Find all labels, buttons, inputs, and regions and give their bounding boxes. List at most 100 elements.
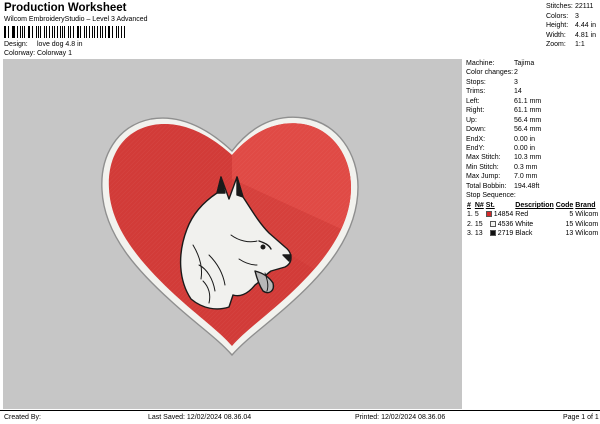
color-swatch bbox=[485, 211, 492, 218]
stop-table-header: # N# St. Description Code Brand bbox=[466, 201, 599, 210]
design-row: Design: love dog 4.8 in bbox=[4, 41, 83, 48]
design-preview bbox=[3, 59, 462, 409]
printed-date: Printed: 12/02/2024 08.36.06 bbox=[355, 414, 446, 421]
summary-stats: Stitches: 22111 Colors: 3 Height: 4.44 in W… bbox=[546, 2, 600, 50]
detail-value: 0.3 mm bbox=[514, 163, 538, 171]
detail-row: Stops: 3 bbox=[466, 78, 600, 87]
detail-row: Min Stitch: 0.3 mm bbox=[466, 163, 600, 172]
stop-row: 2. 15 4536 White 15 Wilcom bbox=[466, 220, 599, 229]
stitches-row: Stitches: 22111 bbox=[546, 2, 600, 12]
detail-value: 61.1 mm bbox=[514, 97, 542, 105]
height-row: Height: 4.44 in bbox=[546, 21, 600, 31]
page-number: Page 1 of 1 bbox=[563, 414, 599, 421]
barcode-bar bbox=[109, 26, 111, 38]
detail-label: EndY: bbox=[466, 144, 485, 152]
barcode-bar bbox=[64, 26, 66, 38]
stop-brand: Wilcom bbox=[575, 211, 599, 219]
stop-cell-code: 5 bbox=[555, 210, 575, 219]
software-subtitle: Wilcom EmbroideryStudio – Level 3 Advanc… bbox=[4, 16, 148, 23]
stop-cell-n: 13 bbox=[474, 229, 485, 238]
detail-label: Up: bbox=[466, 116, 477, 124]
stop-n: 5 bbox=[474, 211, 479, 219]
stop-desc: White bbox=[515, 220, 534, 228]
stop-idx: 1. bbox=[467, 211, 473, 219]
colors-label: Colors: bbox=[546, 12, 569, 20]
stop-cell-code: 15 bbox=[555, 220, 575, 229]
detail-value: 194.48ft bbox=[514, 182, 540, 190]
stop-code: 5 bbox=[569, 211, 574, 219]
design-value: love dog 4.8 in bbox=[37, 41, 83, 48]
detail-row: Color changes: 2 bbox=[466, 68, 600, 77]
barcode-bar bbox=[29, 26, 31, 38]
detail-row: Total Bobbin: 194.48ft bbox=[466, 182, 600, 191]
detail-value: 7.0 mm bbox=[514, 173, 538, 181]
detail-row: Max Jump: 7.0 mm bbox=[466, 172, 600, 181]
barcode-bar bbox=[85, 26, 87, 38]
stop-cell-brand: Wilcom bbox=[574, 229, 599, 238]
zoom-value: 1:1 bbox=[575, 41, 585, 49]
stop-row: 1. 5 14854 Red 5 Wilcom bbox=[466, 210, 599, 219]
detail-value: 3 bbox=[514, 78, 518, 86]
stop-sequence-title: Stop Sequence: bbox=[466, 192, 516, 200]
detail-row: Right: 61.1 mm bbox=[466, 106, 600, 115]
stop-cell-st: 14854 bbox=[485, 210, 514, 219]
stop-cell-idx: 2. bbox=[466, 220, 474, 229]
footer: Created By: Last Saved: 12/02/2024 08.36… bbox=[0, 410, 600, 424]
barcode-bar bbox=[53, 26, 55, 38]
zoom-label: Zoom: bbox=[546, 41, 566, 49]
detail-value: 2 bbox=[514, 69, 518, 77]
detail-value: 0.00 in bbox=[514, 135, 536, 143]
stop-n: 13 bbox=[474, 229, 483, 237]
barcode-bar bbox=[120, 26, 122, 38]
colors-value: 3 bbox=[575, 12, 579, 20]
detail-row: Left: 61.1 mm bbox=[466, 97, 600, 106]
detail-label: Left: bbox=[466, 97, 480, 105]
stop-cell-desc: Red bbox=[514, 210, 555, 219]
detail-value: Tajima bbox=[514, 60, 535, 67]
stop-sequence-table: # N# St. Description Code Brand 1. 5 14854 Red 5 W… bbox=[466, 201, 599, 238]
stop-header-cell: # bbox=[467, 202, 471, 210]
colorway-row: Colorway: Colorway 1 bbox=[4, 50, 72, 57]
stop-st: 2719 bbox=[497, 229, 514, 237]
detail-row: Up: 56.4 mm bbox=[466, 116, 600, 125]
stop-cell-brand: Wilcom bbox=[574, 210, 599, 219]
detail-row: EndX: 0.00 in bbox=[466, 135, 600, 144]
colors-row: Colors: 3 bbox=[546, 12, 600, 22]
stop-n: 15 bbox=[474, 220, 483, 228]
stop-code: 15 bbox=[565, 220, 574, 228]
detail-value: 10.3 mm bbox=[514, 154, 542, 162]
detail-row: Down: 56.4 mm bbox=[466, 125, 600, 134]
barcode-bar bbox=[13, 26, 15, 38]
detail-label: Total Bobbin: bbox=[466, 182, 507, 190]
stitches-label: Stitches: bbox=[546, 3, 573, 10]
barcode-bar bbox=[45, 26, 47, 38]
color-swatch bbox=[489, 230, 496, 237]
barcode-bar bbox=[92, 26, 94, 38]
detail-value: 61.1 mm bbox=[514, 107, 542, 115]
stop-cell-desc: White bbox=[514, 220, 555, 229]
last-saved: Last Saved: 12/02/2024 08.36.04 bbox=[148, 414, 252, 421]
stop-cell-st: 4536 bbox=[485, 220, 514, 229]
design-details: Machine: Tajima Color changes: 2 Stops: 3 Trim… bbox=[466, 59, 600, 238]
barcode-bar bbox=[100, 26, 102, 38]
stop-desc: Red bbox=[515, 211, 529, 219]
detail-value: 14 bbox=[514, 88, 522, 96]
detail-label: Machine: bbox=[466, 60, 495, 67]
stop-idx: 3. bbox=[467, 229, 473, 237]
detail-row: Max Stitch: 10.3 mm bbox=[466, 153, 600, 162]
stop-brand: Wilcom bbox=[575, 229, 599, 237]
stop-header-cell: Brand bbox=[575, 202, 596, 210]
stop-cell-code: 13 bbox=[555, 229, 575, 238]
barcode-bar bbox=[40, 26, 42, 38]
detail-label: Trims: bbox=[466, 88, 486, 96]
width-row: Width: 4.81 in bbox=[546, 31, 600, 41]
barcode-bar bbox=[5, 26, 7, 38]
stop-header-cell: Description bbox=[515, 202, 554, 210]
detail-label: Color changes: bbox=[466, 69, 514, 77]
stop-cell-idx: 1. bbox=[466, 210, 474, 219]
detail-label: Right: bbox=[466, 107, 485, 115]
detail-row: Trims: 14 bbox=[466, 87, 600, 96]
barcode-bar bbox=[115, 26, 118, 38]
detail-label: Max Jump: bbox=[466, 173, 501, 181]
stop-desc: Black bbox=[515, 229, 533, 237]
